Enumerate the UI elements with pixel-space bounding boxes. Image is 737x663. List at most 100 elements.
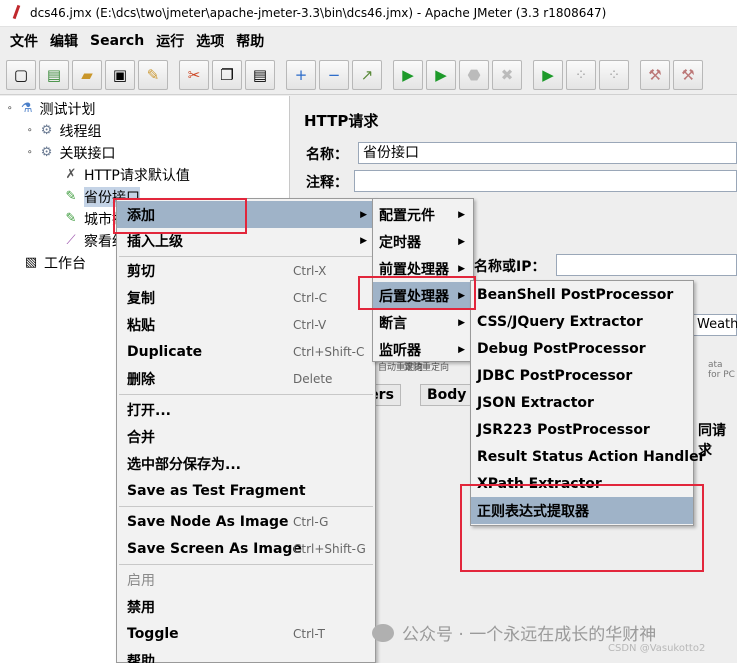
menu-item-label: 监听器 (379, 342, 421, 359)
menu-item-label: 配置元件 (379, 207, 435, 224)
server-field[interactable] (556, 254, 737, 276)
menu-item-result-status[interactable]: Result Status Action Handler (471, 443, 705, 470)
menu-bar: 文件 编辑 Search 运行 选项 帮助 (0, 27, 737, 55)
menu-item-config-element[interactable]: 配置元件 ▶ (373, 201, 473, 228)
menu-item-open[interactable]: 打开... (117, 396, 375, 423)
menu-item-enable: 启用 (117, 566, 375, 593)
shutdown-icon[interactable]: ✖ (492, 59, 522, 90)
tree-item-http-defaults[interactable]: ✗ HTTP请求默认值 (62, 164, 190, 185)
tree-expand-icon[interactable]: ⚬ (26, 148, 34, 158)
tree-item-workbench[interactable]: ▧ 工作台 (22, 252, 86, 273)
menu-item-beanshell[interactable]: BeanShell PostProcessor (471, 281, 693, 308)
copy-icon[interactable]: ❐ (212, 59, 242, 90)
menu-item-merge[interactable]: 合并 (117, 423, 375, 450)
menu-item-post-processor[interactable]: 后置处理器 ▶ (373, 282, 473, 309)
shortcut-label: Ctrl-V (293, 317, 327, 332)
menu-item-label: JSR223 PostProcessor (477, 421, 650, 438)
menu-item-paste[interactable]: 粘贴 Ctrl-V (117, 311, 375, 338)
menu-item-save-selection[interactable]: 选中部分保存为... (117, 450, 375, 477)
toggle-icon[interactable]: ↗ (352, 59, 382, 90)
menu-item-label: Save as Test Fragment (127, 482, 306, 499)
start-icon[interactable]: ▶ (393, 59, 423, 90)
clear-icon[interactable]: ⚒ (640, 59, 670, 90)
tree-item-thread-group[interactable]: ⚬ ⚙ 线程组 (26, 120, 102, 141)
tree-expand-icon[interactable]: ⚬ (26, 126, 34, 136)
open-icon[interactable]: ▰ (72, 59, 102, 90)
path-field[interactable]: Weathe (692, 314, 737, 336)
menu-item-disable[interactable]: 禁用 (117, 593, 375, 620)
beaker-icon: ⚗ (20, 101, 33, 116)
remote-stop-icon[interactable]: ⁘ (566, 59, 596, 90)
remote-shutdown-icon[interactable]: ⁘ (599, 59, 629, 90)
templates-icon[interactable]: ▤ (39, 59, 69, 90)
menu-item-label: 删除 (127, 371, 155, 388)
menu-options[interactable]: 选项 (190, 31, 230, 51)
menu-item-listener[interactable]: 监听器 ▶ (373, 336, 473, 363)
menu-item-debug[interactable]: Debug PostProcessor (471, 335, 693, 362)
tree-expand-icon[interactable]: ⚬ (6, 104, 14, 114)
expand-icon[interactable]: + (286, 59, 316, 90)
menu-item-label: 合并 (127, 429, 155, 446)
name-field[interactable]: 省份接口 (358, 142, 737, 164)
new-icon[interactable]: ▢ (6, 59, 36, 90)
submenu-arrow-icon: ▶ (458, 209, 465, 220)
menu-help[interactable]: 帮助 (230, 31, 270, 51)
chart-icon: ⟋ (66, 233, 76, 248)
menu-item-css-jquery[interactable]: CSS/JQuery Extractor (471, 308, 693, 335)
menu-file[interactable]: 文件 (4, 31, 44, 51)
paste-icon[interactable]: ▤ (245, 59, 275, 90)
menu-item-copy[interactable]: 复制 Ctrl-C (117, 284, 375, 311)
menu-run[interactable]: 运行 (150, 31, 190, 51)
menu-item-add[interactable]: 添加 ▶ (117, 201, 375, 228)
shortcut-label: Ctrl-X (293, 263, 327, 278)
shortcut-label: Ctrl+Shift-G (293, 541, 366, 556)
save-as-icon[interactable]: ✎ (138, 59, 168, 90)
menu-item-cut[interactable]: 剪切 Ctrl-X (117, 257, 375, 284)
menu-item-label: 禁用 (127, 599, 155, 616)
menu-search[interactable]: Search (84, 33, 150, 49)
menu-edit[interactable]: 编辑 (44, 31, 84, 51)
stop-icon[interactable]: ⬣ (459, 59, 489, 90)
menu-item-label: CSS/JQuery Extractor (477, 313, 643, 330)
menu-item-toggle[interactable]: Toggle Ctrl-T (117, 620, 375, 647)
menu-item-duplicate[interactable]: Duplicate Ctrl+Shift-C (117, 338, 375, 365)
menu-item-pre-processor[interactable]: 前置处理器 ▶ (373, 255, 473, 282)
add-submenu: 配置元件 ▶ 定时器 ▶ 前置处理器 ▶ 后置处理器 ▶ 断言 ▶ 监听器 ▶ (372, 198, 474, 362)
comment-field[interactable] (354, 170, 737, 192)
menu-item-label: 复制 (127, 290, 155, 307)
menu-item-delete[interactable]: 删除 Delete (117, 365, 375, 392)
tree-item-controller[interactable]: ⚬ ⚙ 关联接口 (26, 142, 116, 163)
menu-item-jsr223[interactable]: JSR223 PostProcessor (471, 416, 693, 443)
menu-item-label: 启用 (127, 572, 155, 589)
menu-item-label: 定时器 (379, 234, 421, 251)
menu-item-save-screen-image[interactable]: Save Screen As Image Ctrl+Shift-G (117, 535, 375, 562)
menu-item-timer[interactable]: 定时器 ▶ (373, 228, 473, 255)
collapse-icon[interactable]: − (319, 59, 349, 90)
menu-item-xpath[interactable]: XPath Extractor (471, 470, 693, 497)
menu-item-regex-extractor[interactable]: 正则表达式提取器 (471, 497, 693, 524)
remote-start-icon[interactable]: ▶ (533, 59, 563, 90)
menu-item-jdbc[interactable]: JDBC PostProcessor (471, 362, 693, 389)
submenu-arrow-icon: ▶ (458, 344, 465, 355)
menu-item-insert-parent[interactable]: 插入上级 ▶ (117, 227, 375, 254)
context-menu: 添加 ▶ 插入上级 ▶ 剪切 Ctrl-X 复制 Ctrl-C 粘贴 Ctrl-… (116, 198, 376, 663)
menu-item-save-node-image[interactable]: Save Node As Image Ctrl-G (117, 508, 375, 535)
save-icon[interactable]: ▣ (105, 59, 135, 90)
comment-label: 注释： (306, 175, 348, 191)
menu-item-label: JDBC PostProcessor (477, 367, 633, 384)
menu-item-save-fragment[interactable]: Save as Test Fragment (117, 477, 375, 504)
menu-item-help[interactable]: 帮助 (117, 647, 375, 663)
tree-item-test-plan[interactable]: ⚬ ⚗ 测试计划 (6, 98, 96, 119)
menu-item-label: Save Node As Image (127, 513, 289, 530)
menu-item-json-extractor[interactable]: JSON Extractor (471, 389, 693, 416)
start-no-pause-icon[interactable]: ▶ (426, 59, 456, 90)
panel-title: HTTP请求 (304, 112, 379, 130)
tree-label: 关联接口 (59, 145, 116, 162)
workbench-icon: ▧ (24, 255, 38, 270)
wrench-icon: ✗ (65, 167, 77, 182)
menu-item-assertion[interactable]: 断言 ▶ (373, 309, 473, 336)
menu-item-label: 后置处理器 (379, 288, 449, 305)
clear-all-icon[interactable]: ⚒ (673, 59, 703, 90)
cut-icon[interactable]: ✂ (179, 59, 209, 90)
watermark-text: 公众号 · 一个永远在成长的华财神 (402, 625, 657, 645)
